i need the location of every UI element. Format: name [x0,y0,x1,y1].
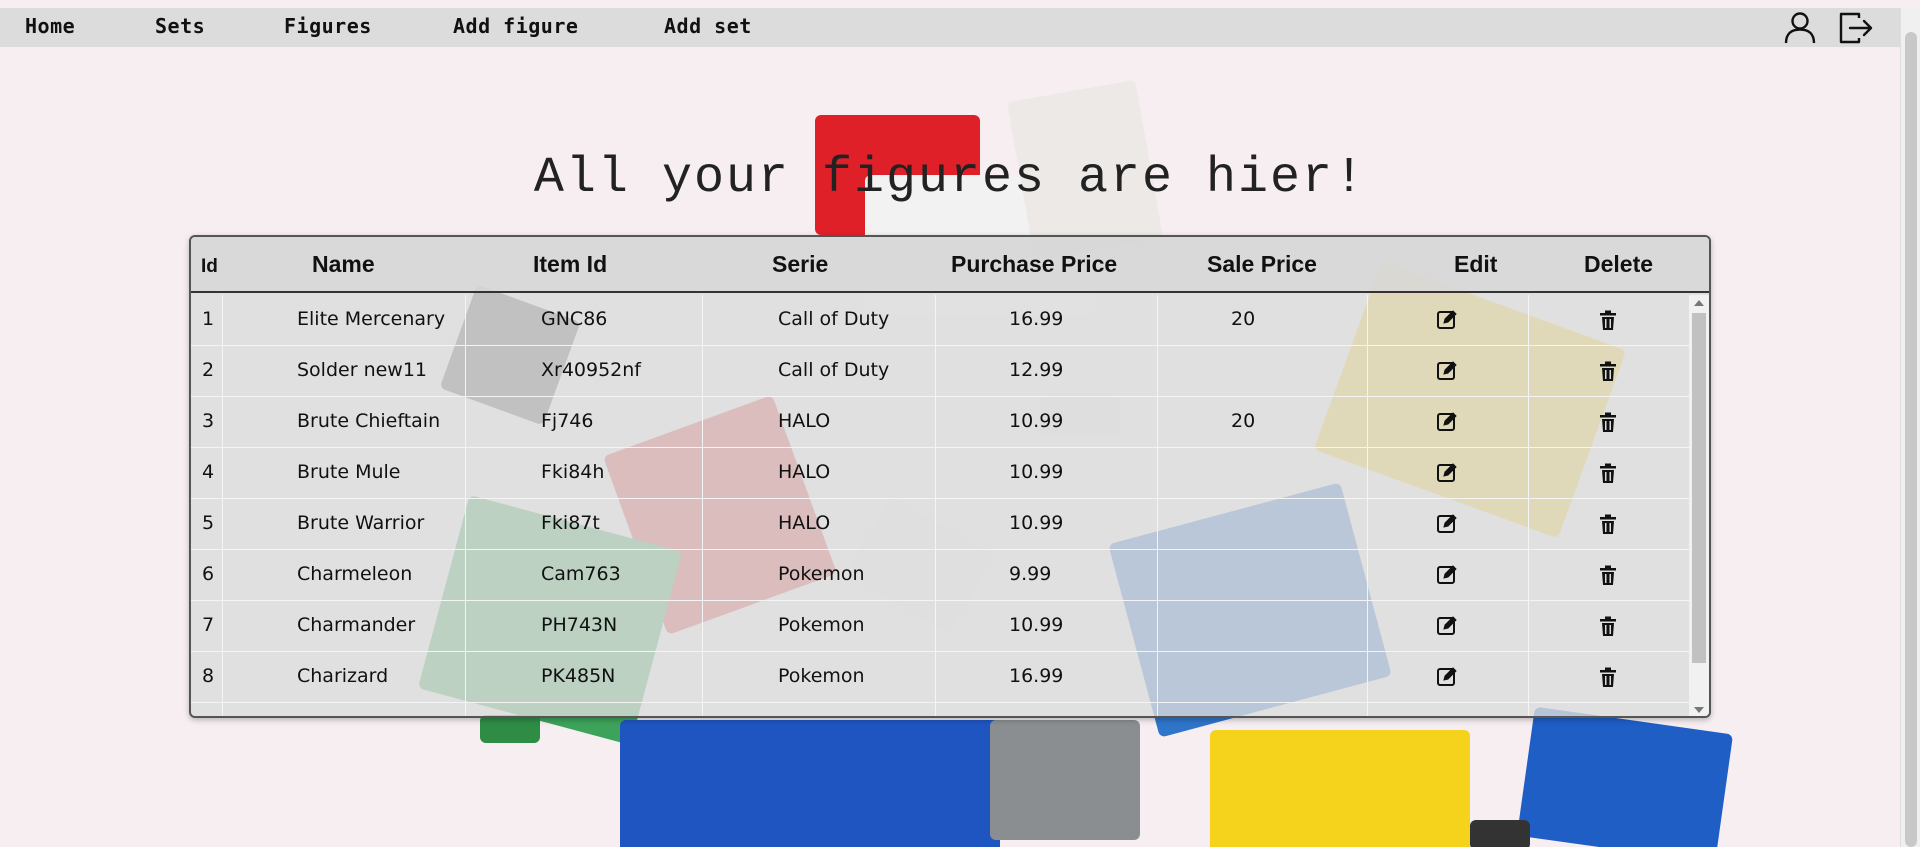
table-header: Id Name Item Id Serie Purchase Price Sal… [191,237,1709,293]
cell-name: Elite Mercenary [297,308,446,330]
cell-serie: Pokemon [778,665,865,687]
cell-serie: Pokemon [778,563,865,585]
cell-item-id: Fj746 [541,410,594,432]
col-id-header: Id [201,256,218,277]
edit-icon[interactable] [1436,359,1458,383]
cell-name: Solder new11 [297,359,428,381]
edit-icon[interactable] [1436,512,1458,536]
table-row: 7 Charmander PH743N Pokemon 10.99 [191,601,1691,652]
edit-icon[interactable] [1436,563,1458,587]
col-edit-header: Edit [1454,251,1498,277]
trash-icon[interactable] [1597,563,1619,587]
col-item-id-header: Item Id [533,251,608,277]
table-row: 4 Brute Mule Fki84h HALO 10.99 [191,448,1691,499]
cell-id: 2 [202,359,215,381]
trash-icon[interactable] [1597,308,1619,332]
nav-sets-link[interactable]: Sets [155,14,205,38]
table-row: 6 Charmeleon Cam763 Pokemon 9.99 [191,550,1691,601]
cell-id: 5 [202,512,215,534]
col-sale-price-header: Sale Price [1207,251,1317,277]
cell-item-id: PK485N [541,665,616,687]
cell-purchase-price: 12.99 [1009,359,1064,381]
cell-serie: Call of Duty [778,359,890,381]
cell-item-id: PH743N [541,614,618,636]
cell-sale-price: 20 [1231,410,1256,432]
cell-item-id: Xr40952nf [541,359,642,381]
nav-add-set-link[interactable]: Add set [664,14,752,38]
cell-id: 1 [202,308,215,330]
edit-icon[interactable] [1436,308,1458,332]
nav-home-link[interactable]: Home [25,14,75,38]
table-body: 1 Elite Mercenary GNC86 Call of Duty 16.99 20… [191,295,1691,716]
cell-item-id: Fki84h [541,461,605,483]
cell-name: Charizard [297,665,389,687]
cell-name: Charmeleon [297,563,413,585]
cell-serie: HALO [778,461,831,483]
user-icon[interactable] [1782,10,1818,46]
cell-name: Brute Warrior [297,512,425,534]
cell-item-id: GNC86 [541,308,608,330]
scroll-up-arrow-icon[interactable] [1694,300,1704,306]
cell-purchase-price: 16.99 [1009,308,1064,330]
table-row: 8 Charizard PK485N Pokemon 16.99 [191,652,1691,703]
trash-icon[interactable] [1597,512,1619,536]
cell-item-id: Cam763 [541,563,621,585]
cell-purchase-price: 10.99 [1009,410,1064,432]
cell-purchase-price: 10.99 [1009,461,1064,483]
cell-name: Charmander [297,614,416,636]
table-scrollbar[interactable] [1689,295,1709,716]
edit-icon[interactable] [1436,410,1458,434]
page-scrollbar[interactable] [1900,8,1920,847]
page-title: All your figures are hier! [533,150,1367,207]
scroll-down-arrow-icon[interactable] [1694,707,1704,713]
cell-serie: HALO [778,512,831,534]
cell-purchase-price: 9.99 [1009,563,1052,585]
table-row: 5 Brute Warrior Fki87t HALO 10.99 [191,499,1691,550]
top-navbar: Home Sets Figures Add figure Add set [0,8,1900,47]
trash-icon[interactable] [1597,614,1619,638]
cell-serie: Pokemon [778,614,865,636]
trash-icon[interactable] [1597,665,1619,689]
cell-serie: Call of Duty [778,308,890,330]
edit-icon[interactable] [1436,665,1458,689]
cell-id: 4 [202,461,215,483]
cell-id: 3 [202,410,215,432]
cell-serie: HALO [778,410,831,432]
cell-purchase-price: 10.99 [1009,614,1064,636]
trash-icon[interactable] [1597,359,1619,383]
cell-purchase-price: 16.99 [1009,665,1064,687]
edit-icon[interactable] [1436,614,1458,638]
cell-sale-price: 20 [1231,308,1256,330]
table-row: 2 Solder new11 Xr40952nf Call of Duty 12.99 [191,346,1691,397]
figures-table: Id Name Item Id Serie Purchase Price Sal… [189,235,1711,718]
cell-id: 6 [202,563,215,585]
cell-purchase-price: 10.99 [1009,512,1064,534]
cell-item-id: Fki87t [541,512,600,534]
col-delete-header: Delete [1584,251,1654,277]
trash-icon[interactable] [1597,410,1619,434]
col-purchase-price-header: Purchase Price [951,251,1118,277]
cell-name: Brute Mule [297,461,401,483]
cell-name: Brute Chieftain [297,410,441,432]
table-row: 1 Elite Mercenary GNC86 Call of Duty 16.99 20 [191,295,1691,346]
logout-icon[interactable] [1838,10,1874,46]
table-row: 3 Brute Chieftain Fj746 HALO 10.99 20 [191,397,1691,448]
cell-id: 8 [202,665,215,687]
col-name-header: Name [312,251,375,277]
nav-figures-link[interactable]: Figures [284,14,372,38]
table-scrollbar-thumb[interactable] [1692,313,1706,663]
edit-icon[interactable] [1436,461,1458,485]
trash-icon[interactable] [1597,461,1619,485]
cell-id: 7 [202,614,215,636]
page-scrollbar-thumb[interactable] [1905,32,1917,847]
col-serie-header: Serie [772,251,829,277]
nav-add-figure-link[interactable]: Add figure [453,14,578,38]
